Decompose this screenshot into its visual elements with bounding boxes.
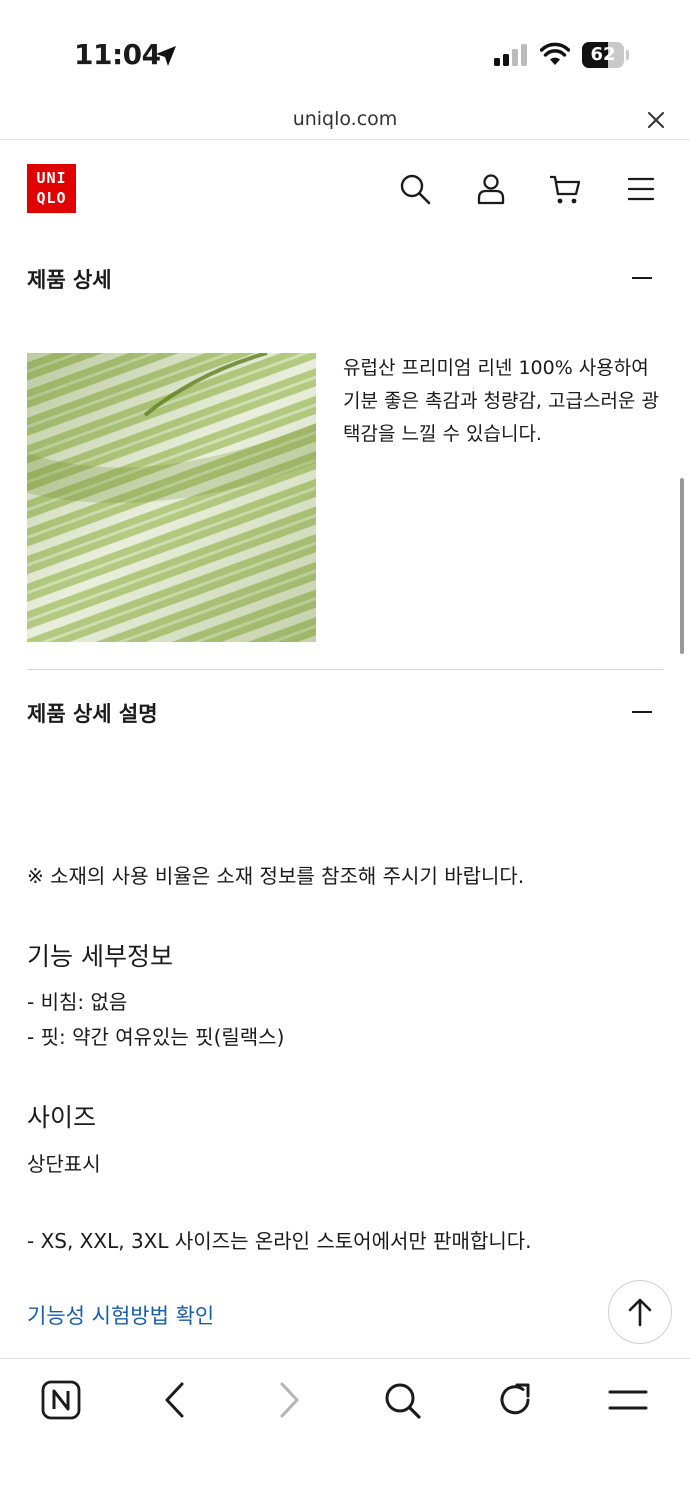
menu-icon[interactable] — [624, 172, 658, 206]
size-heading: 사이즈 — [27, 1103, 97, 1132]
logo-text-top: UNI — [36, 169, 67, 187]
battery-indicator: 62 — [582, 42, 630, 68]
collapse-minus-icon[interactable] — [632, 711, 652, 713]
size-note: - XS, XXL, 3XL 사이즈는 온라인 스토어에서만 판매합니다. — [27, 1229, 532, 1253]
divider — [0, 139, 690, 140]
account-icon[interactable] — [474, 172, 508, 206]
function-heading: 기능 세부정보 — [27, 942, 173, 971]
scroll-to-top-button[interactable] — [608, 1280, 672, 1344]
close-icon[interactable] — [646, 110, 666, 130]
arrow-up-icon — [628, 1298, 652, 1327]
logo-text-bottom: QLO — [36, 189, 67, 207]
fabric-swatch-image — [27, 353, 316, 642]
section-divider — [27, 669, 663, 670]
function-item-fit: - 핏: 약간 여유있는 핏(릴랙스) — [27, 1025, 285, 1049]
menu-icon[interactable] — [608, 1380, 648, 1420]
detail-description-title[interactable]: 제품 상세 설명 — [27, 698, 158, 728]
cellular-signal-icon — [494, 44, 527, 66]
location-arrow-icon — [156, 46, 176, 66]
product-detail-title[interactable]: 제품 상세 — [27, 264, 112, 294]
wifi-icon — [540, 42, 570, 65]
size-label: 상단표시 — [27, 1152, 101, 1176]
forward-icon[interactable] — [269, 1380, 309, 1420]
search-icon[interactable] — [398, 172, 432, 206]
function-item-sheer: - 비침: 없음 — [27, 990, 128, 1014]
scrollbar-thumb[interactable] — [680, 478, 684, 654]
cart-icon[interactable] — [548, 172, 582, 206]
naver-icon[interactable] — [41, 1380, 81, 1420]
battery-level: 62 — [590, 44, 616, 65]
material-note: ※ 소재의 사용 비율은 소재 정보를 참조해 주시기 바랍니다. — [27, 864, 525, 888]
back-icon[interactable] — [155, 1380, 195, 1420]
status-time: 11:04 — [74, 38, 161, 71]
product-description: 유럽산 프리미엄 리넨 100% 사용하여 기분 좋은 촉감과 청량감, 고급스… — [343, 357, 659, 445]
url-label[interactable]: uniqlo.com — [0, 108, 690, 130]
toolbar-divider — [0, 1358, 690, 1359]
uniqlo-logo[interactable]: UNI QLO — [27, 164, 76, 213]
search-icon[interactable] — [382, 1380, 422, 1420]
reload-icon[interactable] — [495, 1380, 535, 1420]
test-method-link[interactable]: 기능성 시험방법 확인 — [27, 1300, 214, 1330]
collapse-minus-icon[interactable] — [632, 277, 652, 279]
